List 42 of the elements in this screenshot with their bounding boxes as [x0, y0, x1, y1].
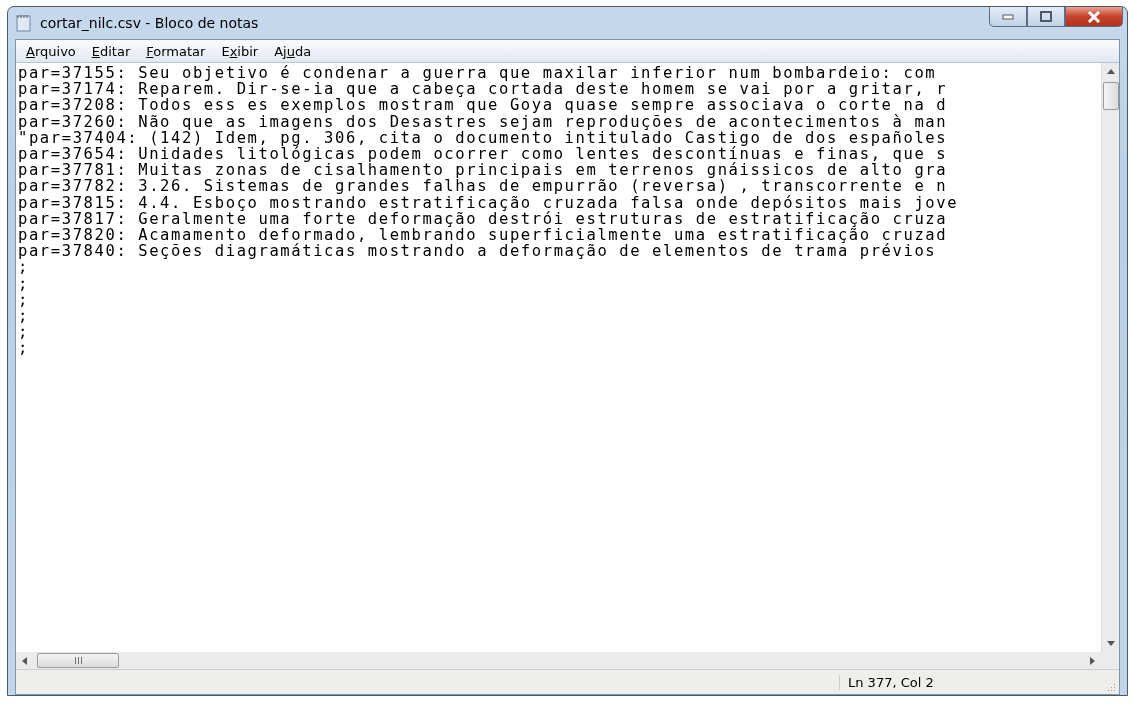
text-line: par=37820: Acamamento deformado, lembrando superficialmente uma estratificação cruzad	[18, 227, 948, 244]
text-line: par=37840: Seções diagramáticas mostrando a deformação de elementos de trama prévios	[18, 243, 937, 260]
text-line: par=37817: Geralmente uma forte deformação destrói estruturas de estratificação cruza	[18, 210, 948, 228]
close-icon	[1087, 10, 1101, 23]
text-line: par=37781: Muitas zonas de cisalhamento principais em terrenos gnáissicos de alto gra	[18, 162, 948, 179]
text-line: par=37782: 3.26. Sistemas de grandes falhas de empurrão (reversa) , transcorrente e n	[18, 178, 948, 195]
resize-grip-icon[interactable]	[1108, 683, 1116, 691]
scroll-right-icon	[1090, 656, 1095, 665]
scroll-up-icon	[1106, 69, 1115, 74]
window-title: cortar_nilc.csv - Bloco de notas	[40, 15, 259, 31]
menu-item[interactable]: Formatar	[138, 43, 214, 59]
scroll-thumb[interactable]	[37, 653, 119, 668]
text-line: par=37654: Unidades litológicas podem ocorrer como lentes descontínuas e finas, que s	[18, 146, 948, 163]
text-line: par=37208: Todos ess es exemplos mostram que Goya quase sempre associava o corte na d	[18, 97, 948, 114]
text-line: par=37815: 4.4. Esboço mostrando estratificação cruzada falsa onde depósitos mais jove	[18, 194, 959, 211]
text-line: ;	[18, 324, 29, 341]
menu-item[interactable]: Ajuda	[266, 43, 320, 59]
close-button[interactable]	[1065, 7, 1123, 27]
text-line: par=37155: Seu objetivo é condenar a guerra que maxilar inferior num bombardeio: com	[18, 65, 937, 82]
notepad-icon	[16, 14, 32, 32]
menu-item[interactable]: Editar	[83, 43, 139, 59]
minimize-button[interactable]	[989, 7, 1027, 27]
scroll-thumb[interactable]	[1102, 82, 1119, 110]
scroll-down-icon	[1106, 641, 1115, 646]
cursor-position: Ln 377, Col 2	[839, 674, 1108, 690]
text-line: ;	[18, 275, 29, 292]
text-line: ;	[18, 308, 29, 325]
maximize-button[interactable]	[1027, 7, 1065, 27]
text-line: ;	[18, 340, 29, 357]
horizontal-scrollbar[interactable]	[16, 652, 1101, 669]
text-line: "par=37404: (142) Idem, pg. 306, cita o documento intitulado Castigo de dos españoles	[18, 129, 948, 146]
grip-icon	[73, 657, 83, 664]
menu-item[interactable]: Arquivo	[18, 43, 84, 59]
text-line: ;	[18, 291, 29, 309]
minimize-icon	[1002, 13, 1014, 20]
vertical-scrollbar[interactable]	[1101, 63, 1119, 652]
scroll-left-icon	[22, 656, 27, 665]
menu-item[interactable]: Exibir	[213, 43, 267, 59]
text-line: par=37260: Não que as imagens dos Desastres sejam reproduções de acontecimentos à man	[18, 113, 948, 130]
text-line: ;	[18, 259, 29, 276]
text-line: par=37174: Reparem. Dir-se-ia que a cabeça cortada deste homem se vai por a gritar, r	[18, 81, 948, 98]
maximize-icon	[1040, 11, 1052, 22]
